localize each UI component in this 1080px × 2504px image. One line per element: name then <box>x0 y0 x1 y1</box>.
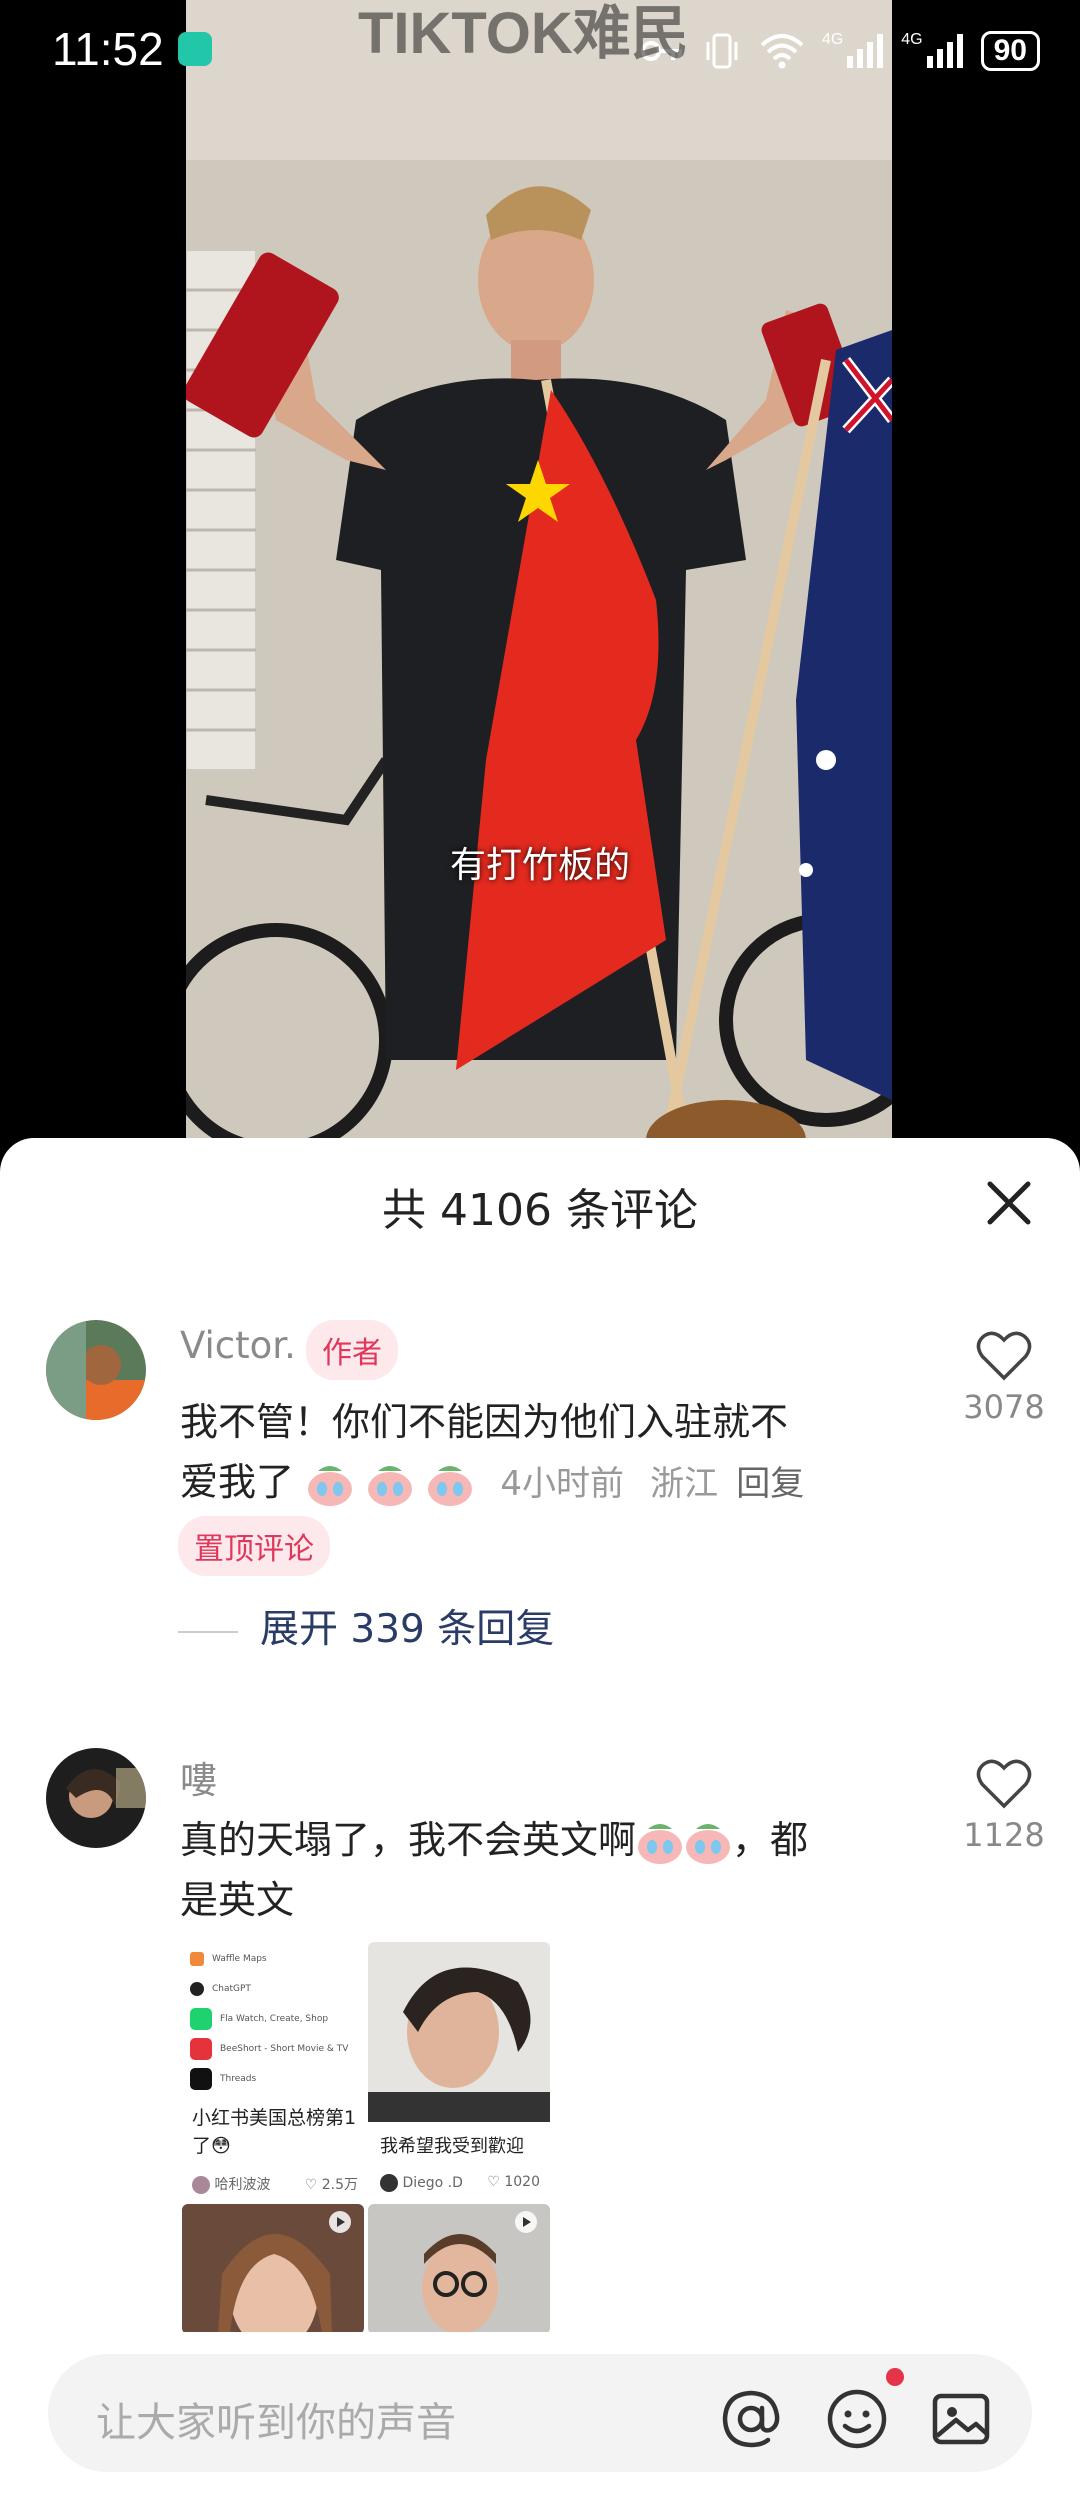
expand-replies-button[interactable]: 展开 339 条回复 <box>178 1598 554 1654</box>
network-label-2: 4G <box>901 31 923 48</box>
comment-text-line2-row: 爱我了 4小时前 浙江 回复 <box>180 1452 900 1514</box>
comments-sheet: 共 4106 条评论 Victor. 作者 我不管！你们不能因为他们入驻就不 爱… <box>0 1138 1080 2504</box>
wifi-icon <box>760 34 804 69</box>
post-likes-wrap: ♡ 1020 <box>487 2174 540 2190</box>
comment-text[interactable]: 我不管！你们不能因为他们入驻就不 爱我了 4小时前 浙江 回复 <box>180 1392 900 1514</box>
comments-count-title: 共 4106 条评论 <box>382 1185 698 1236</box>
comment-text-line2: 是英文 <box>180 1878 295 1922</box>
crying-emoji-icon <box>428 1465 473 1506</box>
comment-text-line1a: 真的天塌了，我不会英文啊 <box>180 1818 637 1862</box>
crying-emoji-icon <box>686 1823 731 1864</box>
app-list-item: Waffle Maps <box>190 1944 356 1974</box>
pinned-badge: 置顶评论 <box>178 1516 330 1576</box>
comment-input-bar: 让大家听到你的声音 <box>0 2332 1080 2504</box>
attached-post-card[interactable]: Waffle Maps ChatGPT Fla Watch, Create, S… <box>182 1942 364 2206</box>
post-meta: Diego .D ♡ 1020 <box>380 2174 540 2192</box>
close-icon[interactable] <box>974 1168 1044 1238</box>
signal-icon-2 <box>926 34 963 68</box>
crying-emoji-icon <box>368 1465 413 1506</box>
post-likes: 1020 <box>504 2174 540 2190</box>
app-list-item: ChatGPT <box>190 1974 356 2004</box>
comment-text[interactable]: 真的天塌了，我不会英文啊 ，都 是英文 <box>180 1810 920 1930</box>
app-list-item: BeeShort - Short Movie & TV <box>190 2034 356 2064</box>
comment-input[interactable]: 让大家听到你的声音 <box>48 2354 1032 2472</box>
post-author: 哈利波波 <box>214 2177 271 2193</box>
comment-text-line2: 爱我了 <box>180 1460 295 1504</box>
post-thumbnail <box>182 2204 364 2334</box>
crying-emoji-icon <box>308 1465 353 1506</box>
battery-indicator: 90 <box>980 31 1040 71</box>
video-watermark: TIKTOK难民 <box>358 1 689 66</box>
like-button[interactable]: 1128 <box>944 1758 1064 1854</box>
like-count: 1128 <box>963 1816 1045 1854</box>
video-player[interactable] <box>186 0 892 1140</box>
author-badge: 作者 <box>306 1320 398 1380</box>
emoji-icon[interactable] <box>824 2386 890 2452</box>
post-likes: 2.5万 <box>321 2177 358 2193</box>
app-list-item: Threads <box>190 2064 356 2094</box>
reply-button[interactable]: 回复 <box>736 1464 804 1504</box>
app-list-item: Fla Watch, Create, Shop <box>190 2004 356 2034</box>
comment-author[interactable]: 嘍 <box>180 1750 217 1804</box>
post-title: 小红书美国总榜第1了😳 <box>192 2107 357 2157</box>
heart-icon <box>976 1759 1032 1809</box>
attached-post-card[interactable]: 我希望我受到歡迎 Diego .D ♡ 1020 <box>368 1942 550 2206</box>
video-frame <box>186 0 892 1140</box>
signal-icon <box>847 34 884 68</box>
notification-dot <box>886 2368 904 2386</box>
status-icons: 4G 4G 90 <box>640 26 1040 76</box>
like-button[interactable]: 3078 <box>944 1330 1064 1426</box>
vibrate-icon <box>706 33 738 69</box>
post-thumbnail <box>368 2204 550 2334</box>
comment-author[interactable]: Victor. <box>180 1324 296 1367</box>
avatar[interactable] <box>46 1748 146 1848</box>
post-title: 我希望我受到歡迎 <box>380 2136 524 2157</box>
image-icon[interactable] <box>928 2386 994 2452</box>
post-likes-wrap: ♡ 2.5万 <box>304 2177 358 2193</box>
comment-text-line1b: ，都 <box>732 1818 809 1862</box>
network-label-1: 4G <box>821 31 844 48</box>
comment-input-placeholder: 让大家听到你的声音 <box>96 2400 456 2446</box>
app-ranking-list: Waffle Maps ChatGPT Fla Watch, Create, S… <box>190 1944 356 2094</box>
attached-post-card[interactable] <box>182 2204 364 2334</box>
comment-text-line1: 我不管！你们不能因为他们入驻就不 <box>180 1400 789 1444</box>
post-thumbnail <box>368 1942 550 2122</box>
mention-icon[interactable] <box>718 2386 784 2452</box>
heart-icon <box>976 1331 1032 1381</box>
crying-emoji-icon <box>638 1823 683 1864</box>
post-meta: 哈利波波 ♡ 2.5万 <box>192 2174 358 2194</box>
like-count: 3078 <box>963 1388 1045 1426</box>
status-time: 11:52 <box>52 23 164 75</box>
app-notification-icon <box>178 32 212 66</box>
post-author: Diego .D <box>402 2175 463 2191</box>
comment-text-line1-row: 真的天塌了，我不会英文啊 ，都 <box>180 1810 920 1870</box>
avatar[interactable] <box>46 1320 146 1420</box>
video-caption: 有打竹板的 <box>449 845 630 886</box>
comment-location: 浙江 <box>650 1464 719 1504</box>
comment-time: 4小时前 <box>500 1464 625 1504</box>
attached-post-card[interactable] <box>368 2204 550 2334</box>
